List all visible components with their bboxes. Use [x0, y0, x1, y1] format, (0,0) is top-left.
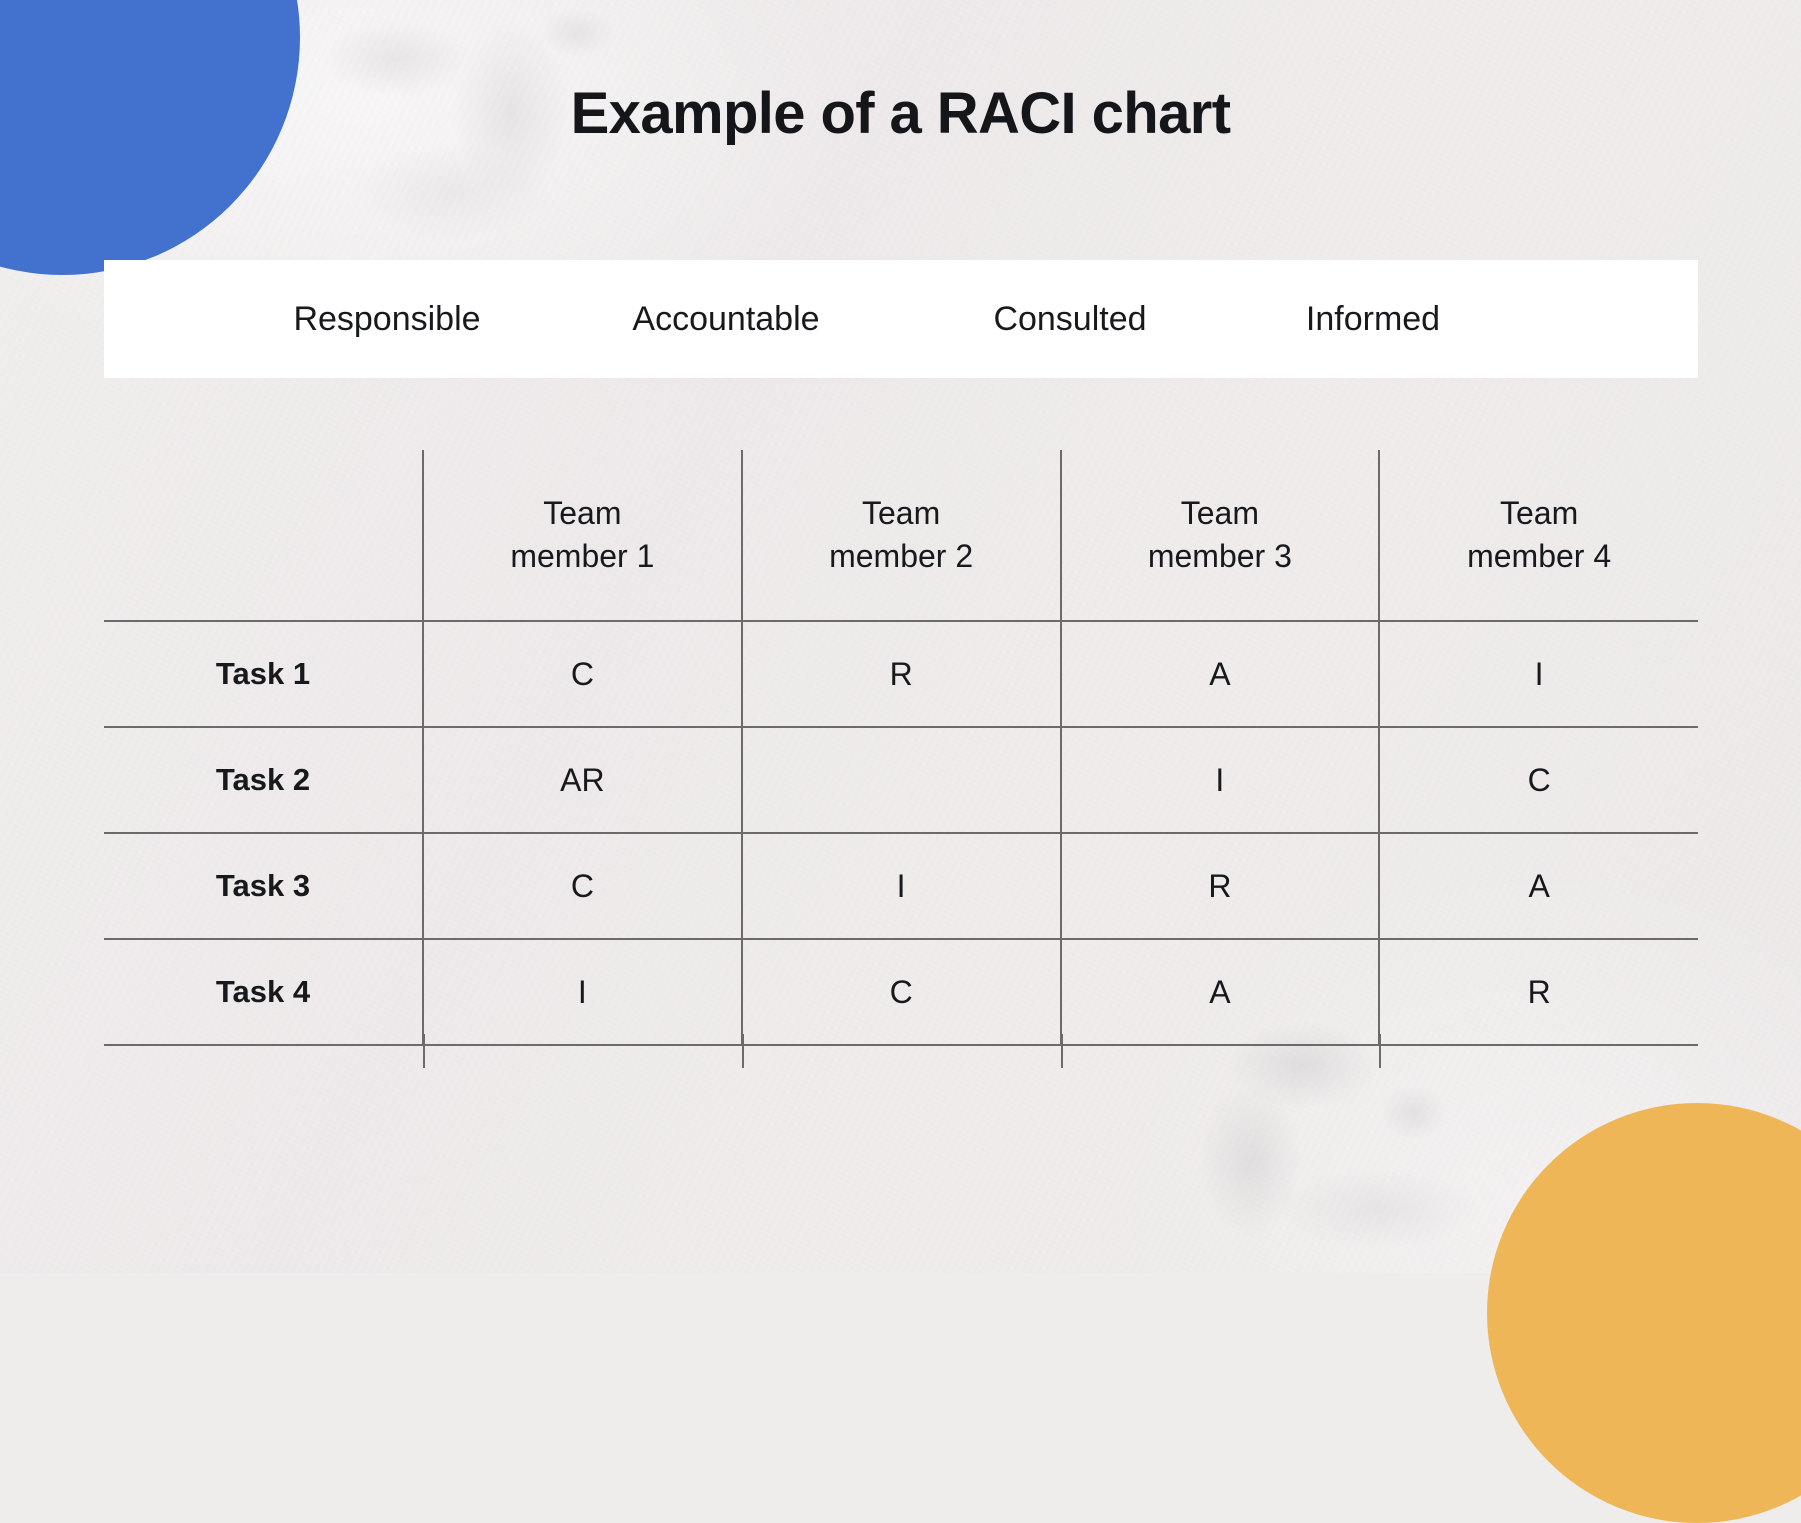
column-header-team-member-2: Team member 2 — [740, 450, 1061, 621]
raci-cell: C — [422, 832, 742, 939]
legend-item-accountable: Accountable — [632, 299, 820, 338]
column-header-line1: Team — [1180, 495, 1259, 532]
column-header-line2: member 2 — [829, 538, 974, 574]
table-column-line-extensions — [104, 1034, 1698, 1068]
orange-circle-decoration — [1487, 1103, 1801, 1523]
page-title: Example of a RACI chart — [570, 81, 1231, 146]
raci-cell: A — [1059, 938, 1380, 1046]
column-header-line2: member 4 — [1467, 538, 1612, 574]
table-row: Task 3 C I R A — [104, 832, 1698, 939]
task-label: Task 2 — [104, 726, 423, 833]
task-label: Task 3 — [104, 832, 423, 939]
column-header-line2: member 3 — [1147, 538, 1292, 574]
column-header-team-member-1: Team member 1 — [422, 450, 742, 621]
column-header-line1: Team — [862, 495, 941, 532]
raci-legend-bar: Responsible Accountable Consulted Inform… — [104, 260, 1698, 378]
column-header-line1: Team — [1500, 495, 1579, 532]
legend-item-consulted: Consulted — [993, 299, 1147, 338]
raci-cell: I — [1378, 620, 1698, 727]
raci-cell: C — [1378, 726, 1698, 833]
table-row: Task 2 AR I C — [104, 726, 1698, 833]
raci-cell: I — [422, 938, 742, 1046]
column-header-line1: Team — [543, 495, 622, 532]
column-header-line2: member 1 — [510, 538, 655, 574]
raci-cell: A — [1059, 620, 1380, 727]
table-row: Task 1 C R A I — [104, 620, 1698, 727]
task-label: Task 4 — [104, 938, 423, 1046]
column-header-team-member-4: Team member 4 — [1378, 450, 1698, 621]
table-row: Task 4 I C A R — [104, 938, 1698, 1046]
raci-cell: C — [422, 620, 742, 727]
raci-chart-table: Team member 1 Team member 2 Team member … — [104, 450, 1698, 1046]
raci-cell: I — [1059, 726, 1380, 833]
raci-cell: R — [740, 620, 1061, 727]
legend-item-informed: Informed — [1305, 299, 1441, 338]
raci-cell — [740, 726, 1061, 833]
raci-cell: R — [1059, 832, 1380, 939]
column-header-team-member-3: Team member 3 — [1059, 450, 1380, 621]
raci-cell: A — [1378, 832, 1698, 939]
raci-cell: C — [740, 938, 1061, 1046]
raci-cell: AR — [422, 726, 742, 833]
table-header-row: Team member 1 Team member 2 Team member … — [104, 450, 1698, 621]
table-corner-cell — [104, 450, 423, 621]
raci-cell: I — [740, 832, 1061, 939]
table-body: Task 1 C R A I Task 2 AR I C Task 3 C I … — [104, 620, 1698, 1046]
task-label: Task 1 — [104, 620, 423, 727]
raci-cell: R — [1378, 938, 1698, 1046]
table-header: Team member 1 Team member 2 Team member … — [104, 450, 1698, 621]
legend-item-responsible: Responsible — [293, 299, 481, 338]
